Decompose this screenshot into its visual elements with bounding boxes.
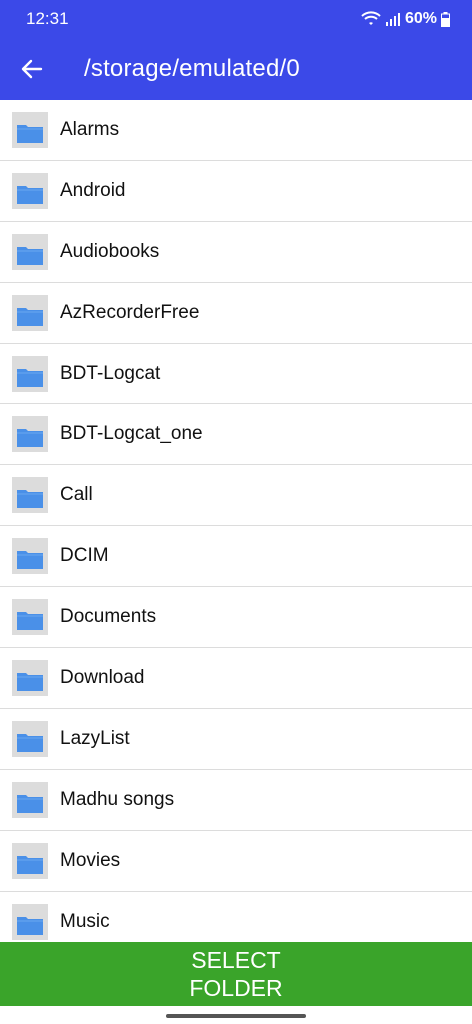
- app-bar: /storage/emulated/0: [0, 38, 472, 100]
- folder-row[interactable]: Alarms: [0, 100, 472, 161]
- folder-icon: [12, 599, 48, 636]
- folder-icon: [12, 233, 48, 270]
- folder-row[interactable]: Audiobooks: [0, 222, 472, 283]
- folder-row[interactable]: Madhu songs: [0, 770, 472, 831]
- folder-name: BDT-Logcat_one: [60, 423, 203, 445]
- folder-name: LazyList: [60, 727, 130, 749]
- folder-name: Madhu songs: [60, 788, 175, 810]
- folder-icon: [12, 294, 48, 331]
- arrow-left-icon: [21, 59, 43, 79]
- folder-icon: [12, 172, 48, 209]
- folder-row[interactable]: Download: [0, 648, 472, 709]
- folder-row[interactable]: Music: [0, 892, 472, 942]
- folder-icon: [12, 842, 48, 879]
- folder-row[interactable]: AzRecorderFree: [0, 283, 472, 344]
- folder-name: Audiobooks: [60, 240, 160, 262]
- back-button[interactable]: [0, 38, 64, 100]
- folder-row[interactable]: Documents: [0, 587, 472, 649]
- folder-row[interactable]: Call: [0, 465, 472, 527]
- status-bar: 12:31 60%: [0, 0, 472, 38]
- folder-list[interactable]: Alarms Android Audiobooks AzRecorderFree BDT…: [0, 100, 472, 942]
- select-folder-label: SELECT FOLDER: [189, 947, 283, 1001]
- folder-icon: [12, 903, 48, 940]
- page-title: /storage/emulated/0: [84, 55, 300, 82]
- folder-icon: [12, 659, 48, 696]
- folder-row[interactable]: Movies: [0, 831, 472, 892]
- home-handle[interactable]: [166, 1014, 306, 1018]
- folder-icon: [12, 111, 48, 148]
- folder-name: DCIM: [60, 545, 109, 567]
- folder-name: Documents: [60, 606, 157, 628]
- folder-icon: [12, 781, 48, 818]
- folder-name: BDT-Logcat: [60, 362, 161, 384]
- battery-percentage: 60%: [404, 10, 437, 27]
- folder-icon: [12, 416, 48, 453]
- folder-name: Alarms: [60, 118, 120, 140]
- folder-name: Call: [60, 484, 93, 506]
- folder-name: Download: [60, 666, 145, 688]
- folder-icon: [12, 538, 48, 575]
- folder-icon: [12, 477, 48, 514]
- folder-name: Music: [60, 910, 110, 932]
- select-folder-button[interactable]: SELECT FOLDER: [0, 942, 472, 1006]
- navigation-bar: [0, 1006, 472, 1024]
- folder-name: Movies: [60, 849, 121, 871]
- folder-row[interactable]: BDT-Logcat: [0, 344, 472, 405]
- folder-name: Android: [60, 179, 126, 201]
- folder-row[interactable]: DCIM: [0, 526, 472, 588]
- folder-icon: [12, 720, 48, 757]
- status-icons: 60%: [361, 10, 450, 28]
- folder-row[interactable]: BDT-Logcat_one: [0, 404, 472, 466]
- battery-icon: [441, 11, 450, 27]
- folder-name: AzRecorderFree: [60, 301, 200, 323]
- folder-icon: [12, 355, 48, 392]
- signal-icon: [385, 13, 400, 26]
- wifi-icon: [361, 11, 381, 25]
- folder-row[interactable]: Android: [0, 161, 472, 222]
- folder-row[interactable]: LazyList: [0, 709, 472, 770]
- status-time: 12:31: [26, 9, 69, 28]
